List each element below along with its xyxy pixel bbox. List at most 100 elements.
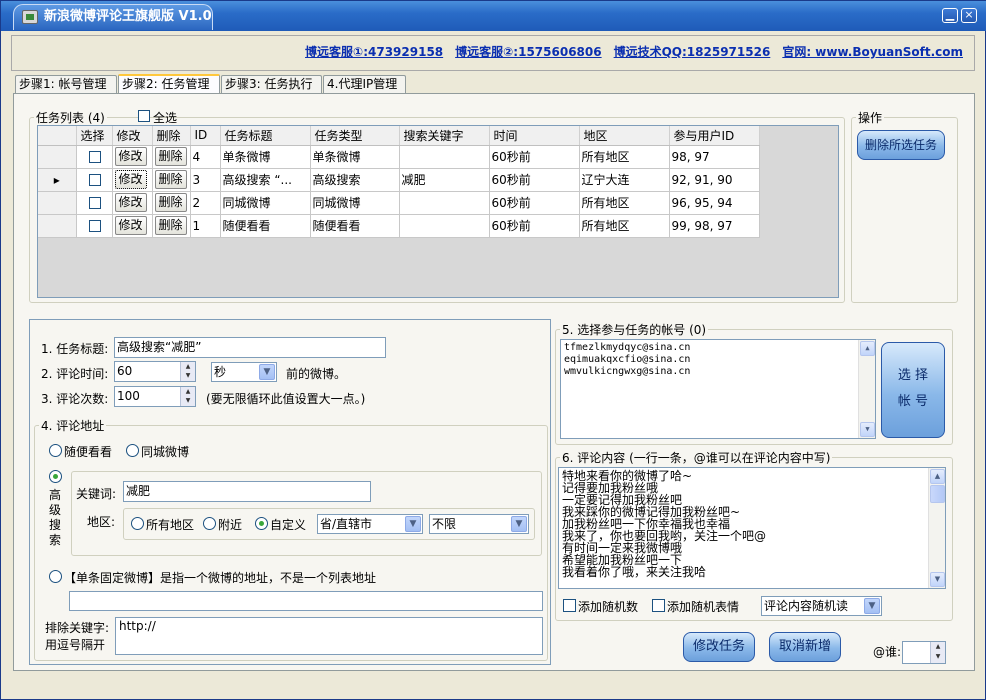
random-number-checkbox[interactable] <box>563 599 576 612</box>
website-link[interactable]: 官网: www.BoyuanSoft.com <box>782 45 963 59</box>
task-list-legend: 任务列表 (4) <box>36 111 105 125</box>
scroll-up-icon[interactable]: ▲ <box>860 341 875 356</box>
exclude-keywords-input[interactable]: http:// <box>115 617 543 655</box>
comments-scrollbar[interactable]: ▲ ▼ <box>928 468 945 588</box>
spin-arrows-icon[interactable]: ▲ ▼ <box>180 387 195 406</box>
col-id[interactable]: ID <box>190 126 221 146</box>
col-select[interactable]: 选择 <box>76 126 113 146</box>
row-header[interactable] <box>38 145 77 169</box>
single-weibo-url-input[interactable] <box>69 591 543 611</box>
row-delete-button[interactable]: 删除 <box>154 147 187 166</box>
task-table: 选择 修改 删除 ID 任务标题 任务类型 搜索关键字 时间 地区 参与用户ID… <box>38 126 760 238</box>
city-select[interactable]: 不限 ▼ <box>429 514 529 534</box>
col-delete[interactable]: 删除 <box>152 126 191 146</box>
col-edit[interactable]: 修改 <box>112 126 153 146</box>
address-legend: 4. 评论地址 <box>41 419 105 433</box>
province-select[interactable]: 省/直辖市 ▼ <box>317 514 423 534</box>
row-select-checkbox[interactable] <box>89 220 101 232</box>
cell-region: 辽宁大连 <box>579 168 670 192</box>
row-edit-button[interactable]: 修改 <box>114 216 147 235</box>
list-item[interactable]: tfmezlkmydqyc@sina.cn <box>564 342 872 354</box>
comment-count-stepper[interactable]: 100 ▲ ▼ <box>114 386 196 407</box>
scroll-up-icon[interactable]: ▲ <box>930 469 945 484</box>
spin-arrows-icon[interactable]: ▲ ▼ <box>180 362 195 381</box>
radio-region-custom[interactable] <box>255 517 268 530</box>
spin-arrows-icon[interactable]: ▲ ▼ <box>930 642 945 663</box>
row-header[interactable] <box>38 214 77 238</box>
select-accounts-button[interactable]: 选 择 帐 号 <box>881 342 945 438</box>
adv-char-4: 索 <box>49 533 62 547</box>
col-time[interactable]: 时间 <box>489 126 580 146</box>
col-title[interactable]: 任务标题 <box>220 126 311 146</box>
tab-execute[interactable]: 步骤3: 任务执行 <box>221 75 322 93</box>
row-edit-button[interactable]: 修改 <box>114 170 147 189</box>
col-users[interactable]: 参与用户ID <box>669 126 760 146</box>
tab-tasks[interactable]: 步骤2: 任务管理 <box>118 74 220 94</box>
row-select-checkbox[interactable] <box>89 197 101 209</box>
select-all-checkbox[interactable] <box>138 110 150 122</box>
row-select-checkbox[interactable] <box>89 174 101 186</box>
col-type[interactable]: 任务类型 <box>310 126 400 146</box>
table-row[interactable]: ▸ 修改 删除 3 高级搜索 “... 高级搜索 减肥 60秒前 辽宁大连 92… <box>38 168 760 192</box>
at-stepper[interactable]: ▲ ▼ <box>902 641 946 664</box>
minimize-button[interactable]: ▁ <box>942 8 958 23</box>
cancel-new-button[interactable]: 取消新增 <box>769 632 841 662</box>
close-button[interactable]: × <box>961 8 977 23</box>
radio-advanced-search[interactable] <box>49 470 62 483</box>
col-keyword[interactable]: 搜索关键字 <box>399 126 490 146</box>
accounts-scrollbar[interactable]: ▲ ▼ <box>858 340 875 438</box>
comments-textarea[interactable]: 特地来看你的微博了哈~ 记得要加我粉丝哦 一定要记得加我粉丝吧 我来踩你的微博记… <box>558 467 946 589</box>
cell-keyword <box>399 145 490 169</box>
support-link-2[interactable]: 博远客服②:1575606806 <box>455 45 601 59</box>
tab-proxy[interactable]: 4.代理IP管理 <box>323 75 406 93</box>
row-header-current[interactable]: ▸ <box>38 168 77 192</box>
support-link-1[interactable]: 博远客服①:473929158 <box>305 45 443 59</box>
table-row[interactable]: 修改 删除 2 同城微博 同城微博 60秒前 所有地区 96, 95, 94 <box>38 191 760 215</box>
cell-keyword <box>399 191 490 215</box>
cell-title: 单条微博 <box>220 145 311 169</box>
scroll-down-icon[interactable]: ▼ <box>930 572 945 587</box>
row-header[interactable] <box>38 191 77 215</box>
list-item[interactable]: eqimuakqxcfio@sina.cn <box>564 354 872 366</box>
accounts-list[interactable]: tfmezlkmydqyc@sina.cn eqimuakqxcfio@sina… <box>560 339 876 439</box>
row-edit-button[interactable]: 修改 <box>114 147 147 166</box>
cell-time: 60秒前 <box>489 214 580 238</box>
radio-region-near[interactable] <box>203 517 216 530</box>
table-row[interactable]: 修改 删除 4 单条微博 单条微博 60秒前 所有地区 98, 97 <box>38 145 760 169</box>
scroll-down-icon[interactable]: ▼ <box>860 422 875 437</box>
row-delete-button[interactable]: 删除 <box>154 170 187 189</box>
radio-region-all[interactable] <box>131 517 144 530</box>
row-delete-button[interactable]: 删除 <box>154 193 187 212</box>
comment-mode-select[interactable]: 评论内容随机读 ▼ <box>761 596 882 616</box>
radio-random[interactable] <box>49 444 62 457</box>
time-unit-select[interactable]: 秒 ▼ <box>211 362 277 382</box>
support-link-tech[interactable]: 博远技术QQ:1825971526 <box>614 45 771 59</box>
chevron-down-icon[interactable]: ▼ <box>405 516 421 532</box>
at-label: @谁: <box>873 645 902 659</box>
modify-task-button[interactable]: 修改任务 <box>683 632 755 662</box>
random-emoji-checkbox[interactable] <box>652 599 665 612</box>
chevron-down-icon[interactable]: ▼ <box>511 516 527 532</box>
radio-city[interactable] <box>126 444 139 457</box>
cell-time: 60秒前 <box>489 191 580 215</box>
radio-single-weibo[interactable] <box>49 570 62 583</box>
window-title: 新浪微博评论王旗舰版 V1.0 <box>44 9 212 24</box>
row-edit-button[interactable]: 修改 <box>114 193 147 212</box>
region-label: 地区: <box>87 515 116 529</box>
count-hint: (要无限循环此值设置大一点。) <box>206 392 366 406</box>
row-select-checkbox[interactable] <box>89 151 101 163</box>
comment-time-stepper[interactable]: 60 ▲ ▼ <box>114 361 196 382</box>
table-row[interactable]: 修改 删除 1 随便看看 随便看看 60秒前 所有地区 99, 98, 97 <box>38 214 760 238</box>
delete-selected-button[interactable]: 删除所选任务 <box>857 130 945 160</box>
keyword-input[interactable]: 减肥 <box>123 481 371 502</box>
chevron-down-icon[interactable]: ▼ <box>864 598 880 614</box>
col-region[interactable]: 地区 <box>579 126 670 146</box>
chevron-down-icon[interactable]: ▼ <box>259 364 275 380</box>
tab-accounts[interactable]: 步骤1: 帐号管理 <box>15 75 117 93</box>
row-delete-button[interactable]: 删除 <box>154 216 187 235</box>
main-window: 新浪微博评论王旗舰版 V1.0 ▁ × 博远客服①:473929158 博远客服②… <box>0 0 986 700</box>
task-title-input[interactable]: 高级搜索“减肥” <box>114 337 386 358</box>
scroll-thumb[interactable] <box>930 485 945 503</box>
app-icon <box>22 10 38 24</box>
list-item[interactable]: wmvulkicngwxg@sina.cn <box>564 366 872 378</box>
